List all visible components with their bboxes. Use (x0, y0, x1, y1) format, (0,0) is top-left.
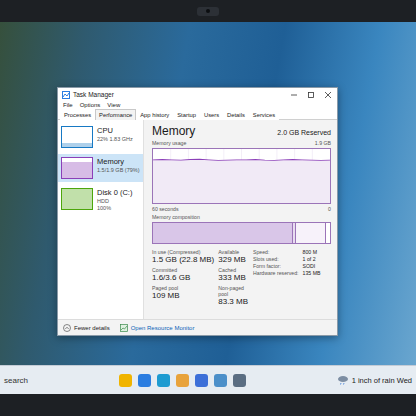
chart-time: 60 seconds (152, 206, 179, 212)
taskbar: search 1 inch of rain Wed (0, 365, 416, 394)
memory-total: 2.0 GB Reserved (277, 129, 331, 136)
app-icon[interactable] (176, 374, 189, 387)
memory-usage-chart (152, 148, 331, 204)
minimize-icon[interactable] (287, 89, 301, 100)
usage-line (153, 159, 330, 160)
menu-bar: File Options View (58, 101, 337, 109)
pinned-apps (119, 374, 246, 387)
laptop-screen: Task ManagerFileOptionsViewProcessesPerf… (0, 0, 416, 416)
task-manager-icon (62, 91, 70, 99)
close-icon[interactable] (321, 89, 335, 100)
thumbnail-graph (61, 157, 93, 179)
taskbar-search[interactable]: search (4, 376, 28, 385)
webcam-icon (197, 7, 219, 16)
weather-widget[interactable]: 1 inch of rain Wed (337, 375, 412, 385)
memory-stats: In use (Compressed)1.5 GB (22.8 MB) Avail… (152, 249, 249, 306)
memory-composition-bar (152, 222, 331, 244)
spec-value: 1 of 2 (303, 256, 331, 262)
stat: Paged pool109 MB (152, 285, 214, 306)
title-bar[interactable]: Task Manager (58, 88, 337, 101)
sidebar-item-detail: 100% (97, 205, 132, 211)
composition-label: Memory composition (152, 214, 200, 220)
rain-cloud-icon (337, 375, 349, 385)
sidebar-item[interactable]: Memory1.5/1.9 GB (79%) (58, 154, 143, 182)
thumbnail-graph (61, 126, 93, 148)
stat: Cached333 MB (218, 267, 249, 282)
sidebar: CPU22% 1.83 GHz Memory1.5/1.9 GB (79%) Dis… (58, 120, 144, 319)
fewer-details-button[interactable]: Fewer details (63, 324, 110, 332)
app-icon[interactable] (233, 374, 246, 387)
sidebar-item-name: CPU (97, 126, 133, 135)
spec-label: Slots used: (253, 256, 299, 262)
spec-value: SODI (303, 263, 331, 269)
chevron-up-icon (63, 324, 71, 332)
app-icon[interactable] (195, 374, 208, 387)
app-icon[interactable] (214, 374, 227, 387)
app-icon[interactable] (157, 374, 170, 387)
thumbnail-graph (61, 188, 93, 210)
sidebar-item-detail: HDD (97, 198, 132, 204)
spec-label: Form factor: (253, 263, 299, 269)
tab[interactable]: Processes (60, 109, 95, 120)
stat: Available329 MB (218, 249, 249, 264)
window-title: Task Manager (73, 91, 284, 98)
sidebar-item-detail: 22% 1.83 GHz (97, 136, 133, 142)
spec-label: Hardware reserved: (253, 270, 299, 276)
menu-item[interactable]: File (63, 102, 73, 108)
sidebar-item-name: Disk 0 (C:) (97, 188, 132, 197)
spec-label: Speed: (253, 249, 299, 255)
tab[interactable]: Performance (95, 109, 136, 120)
performance-body: CPU22% 1.83 GHzMemory1.5/1.9 GB (79%)Dis… (58, 120, 337, 319)
menu-item[interactable]: Options (80, 102, 101, 108)
resource-monitor-icon (120, 324, 128, 332)
tab[interactable]: Startup (173, 109, 200, 120)
chart-max: 1.9 GB (315, 140, 331, 146)
spec-value: 800 M (303, 249, 331, 255)
memory-panel: Memory 2.0 GB Reserved Memory usage 1.9 GB 6… (144, 120, 337, 319)
panel-title: Memory (152, 124, 195, 138)
resource-monitor-link[interactable]: Open Resource Monitor (120, 324, 195, 332)
sidebar-item-name: Memory (97, 157, 140, 166)
memory-specs: Speed: 800 M Slots used: 1 of 2 Form factor:… (253, 249, 331, 306)
app-icon[interactable] (138, 374, 151, 387)
sidebar-item-detail: 1.5/1.9 GB (79%) (97, 167, 140, 173)
maximize-icon[interactable] (304, 89, 318, 100)
standby-segment (296, 223, 326, 243)
tab[interactable]: Details (223, 109, 249, 120)
stat: In use (Compressed)1.5 GB (22.8 MB) (152, 249, 214, 264)
in-use-segment (153, 223, 293, 243)
sidebar-item[interactable]: Disk 0 (C:)HDD100% (58, 185, 143, 214)
chart-min: 0 (328, 206, 331, 212)
stat: Committed1.6/3.6 GB (152, 267, 214, 282)
task-manager-window[interactable]: Task ManagerFileOptionsViewProcessesPerf… (57, 87, 338, 336)
tab[interactable]: Users (200, 109, 223, 120)
desktop: Task ManagerFileOptionsViewProcessesPerf… (0, 22, 416, 365)
menu-item[interactable]: View (107, 102, 120, 108)
spec-value: 135 MB (303, 270, 331, 276)
tab-bar: ProcessesPerformanceApp historyStartupUs… (58, 109, 337, 120)
sidebar-item[interactable]: CPU22% 1.83 GHz (58, 123, 143, 151)
app-icon[interactable] (119, 374, 132, 387)
tab[interactable]: App history (136, 109, 173, 120)
chart-label: Memory usage (152, 140, 186, 146)
bottom-bezel (0, 394, 416, 416)
top-bezel (0, 0, 416, 22)
footer: Fewer details Open Resource Monitor (58, 319, 337, 335)
tab[interactable]: Services (249, 109, 279, 120)
stat: Non-paged pool83.3 MB (218, 285, 249, 306)
